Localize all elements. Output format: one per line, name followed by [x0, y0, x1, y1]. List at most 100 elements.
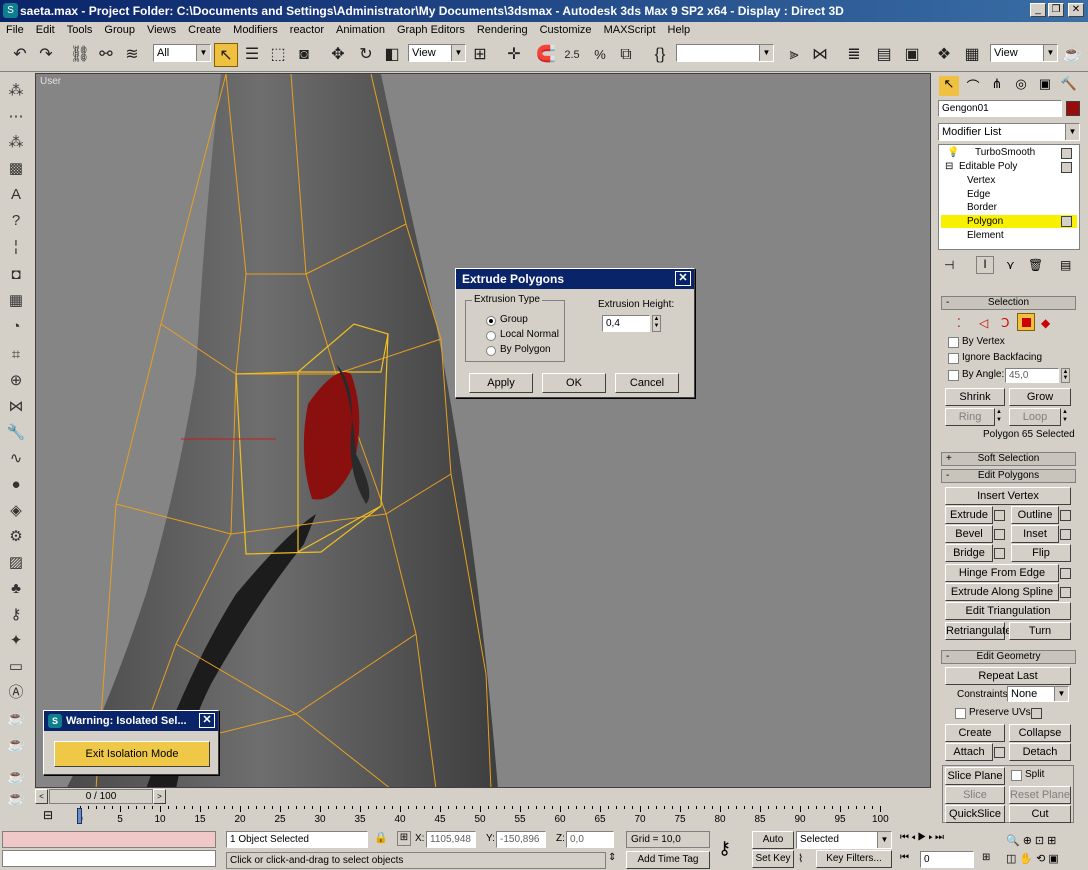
material-editor-icon[interactable]: ❖	[932, 43, 956, 67]
zoom-icon[interactable]: 🔍	[1006, 835, 1023, 847]
maximize-viewport-icon[interactable]: ▣	[1048, 853, 1061, 865]
extrude-spline-settings-button[interactable]	[1060, 587, 1071, 598]
stack-border[interactable]: Border	[967, 202, 997, 213]
hinge-settings-button[interactable]	[1060, 568, 1071, 579]
edit-triangulation-button[interactable]: Edit Triangulation	[945, 602, 1071, 620]
selection-set-dropdown[interactable]: Selected ▼	[796, 831, 892, 849]
ring-button[interactable]: Ring	[945, 408, 995, 426]
edit-polygons-rollout-header[interactable]: - Edit Polygons	[941, 469, 1076, 483]
scale-icon[interactable]: ◧	[380, 43, 404, 67]
selection-filter-dropdown[interactable]: All ▼	[153, 44, 211, 62]
layers-icon[interactable]: ◈	[5, 500, 27, 522]
pin-stack-icon[interactable]: ⊣	[944, 258, 954, 272]
create-button[interactable]: Create	[945, 724, 1005, 742]
bevel-button[interactable]: Bevel	[945, 525, 993, 543]
key-tool-icon[interactable]: ⚷	[5, 604, 27, 626]
set-key-button[interactable]: Set Key	[752, 850, 794, 868]
extrusion-height-input[interactable]: 0,4	[602, 315, 650, 332]
motion-tab-icon[interactable]: ◎	[1011, 76, 1031, 96]
create-tab-icon[interactable]: ↖	[939, 76, 959, 96]
slice-button[interactable]: Slice	[945, 786, 1005, 804]
extrude-button[interactable]: Extrude	[945, 506, 993, 524]
menu-group[interactable]: Group	[98, 22, 141, 38]
angle-snap-icon[interactable]: 2.5	[560, 43, 584, 67]
teapot-blue-icon[interactable]: ☕	[5, 734, 27, 756]
schematic-view-icon[interactable]: ▣	[900, 43, 924, 67]
hinge-from-edge-button[interactable]: Hinge From Edge	[945, 564, 1059, 582]
stack-turbosmooth[interactable]: TurboSmooth	[975, 147, 1035, 158]
menu-views[interactable]: Views	[141, 22, 182, 38]
by-angle-checkbox[interactable]	[948, 370, 959, 381]
loop-button[interactable]: Loop	[1009, 408, 1061, 426]
stack-turbosmooth-toggle[interactable]	[1061, 148, 1072, 159]
tools-list-icon[interactable]: ⚙	[5, 526, 27, 548]
key-tangent-icon[interactable]: ⌇	[798, 852, 803, 865]
menu-create[interactable]: Create	[182, 22, 227, 38]
object-color-swatch[interactable]	[1066, 101, 1080, 116]
ignore-backfacing-checkbox[interactable]	[948, 353, 959, 364]
edit-geometry-rollout-header[interactable]: - Edit Geometry	[941, 650, 1076, 664]
snap-toggle-icon[interactable]: 🧲	[534, 43, 558, 67]
teapot-icon[interactable]: ☕	[5, 708, 27, 730]
repeat-last-button[interactable]: Repeat Last	[945, 667, 1071, 685]
stack-edge[interactable]: Edge	[967, 189, 990, 200]
x-coordinate-field[interactable]: 1105,948	[426, 831, 476, 848]
create-tools-icon[interactable]: ⁂	[5, 80, 27, 102]
camera-icon[interactable]: ◘	[5, 264, 27, 286]
object-tools-icon[interactable]: ⁂	[5, 132, 27, 154]
modifier-list-dropdown[interactable]: Modifier List ▼	[938, 123, 1080, 141]
current-frame-marker[interactable]	[77, 808, 82, 824]
close-button[interactable]: ✕	[1068, 3, 1084, 17]
show-end-result-icon[interactable]: I	[976, 256, 994, 274]
inset-button[interactable]: Inset	[1011, 525, 1059, 543]
crop-icon[interactable]: ⌗	[5, 344, 27, 366]
modify-tab-icon[interactable]: ⌒	[963, 76, 983, 96]
maximize-button[interactable]: ❐	[1048, 3, 1064, 17]
menu-modifiers[interactable]: Modifiers	[227, 22, 284, 38]
configure-sets-icon[interactable]: ▤	[1060, 258, 1071, 272]
manipulate-icon[interactable]: ✛	[502, 43, 526, 67]
preserve-uvs-settings-button[interactable]	[1031, 708, 1042, 719]
window-crossing-icon[interactable]: ◙	[292, 43, 316, 67]
apply-button[interactable]: Apply	[469, 373, 533, 393]
outline-button[interactable]: Outline	[1011, 506, 1059, 524]
time-slider-thumb[interactable]: 0 / 100	[49, 789, 153, 804]
attach-button[interactable]: Attach	[945, 743, 993, 761]
split-checkbox[interactable]	[1011, 770, 1022, 781]
isolation-dialog-close-button[interactable]: ✕	[199, 713, 215, 728]
stack-polygon-toggle[interactable]	[1061, 216, 1072, 227]
rect-selection-icon[interactable]: ⬚	[266, 43, 290, 67]
stack-vertex[interactable]: Vertex	[967, 175, 995, 186]
ok-button[interactable]: OK	[542, 373, 606, 393]
edge-sel-icon[interactable]: ◁	[979, 316, 988, 330]
option-group-radio[interactable]	[486, 316, 496, 326]
field-of-view-icon[interactable]: ◫	[1006, 853, 1019, 865]
shrink-button[interactable]: Shrink	[945, 388, 1005, 406]
zoom-all-icon[interactable]: ⊕	[1023, 835, 1035, 847]
menu-edit[interactable]: Edit	[30, 22, 61, 38]
zoom-extents-all-icon[interactable]: ⊞	[1047, 835, 1059, 847]
render-setup-icon[interactable]: ▦	[960, 43, 984, 67]
sphere-icon[interactable]: ●	[5, 474, 27, 496]
current-frame-field[interactable]: 0	[920, 851, 974, 868]
vertex-sel-icon[interactable]: ⁚	[957, 316, 961, 330]
gauge-icon[interactable]: ◔	[5, 316, 27, 338]
option-local-normal-label[interactable]: Local Normal	[500, 329, 559, 340]
mirror-icon[interactable]: ⫸	[782, 43, 806, 67]
wrench-icon[interactable]: 🔧	[5, 422, 27, 444]
soft-selection-rollout-header[interactable]: + Soft Selection	[941, 452, 1076, 466]
abc-icon[interactable]: ¦	[5, 236, 27, 258]
edit-named-sel-icon[interactable]: {}	[648, 43, 672, 67]
maxscript-listener-mini[interactable]	[2, 831, 216, 848]
slice-plane-button[interactable]: Slice Plane	[945, 767, 1005, 785]
goto-start-icon[interactable]: ⏮	[900, 832, 911, 843]
selection-rollout-header[interactable]: - Selection	[941, 296, 1076, 310]
stack-bulb-icon[interactable]: 💡	[947, 147, 959, 158]
text-tool-icon[interactable]: A	[5, 184, 27, 206]
by-vertex-checkbox[interactable]	[948, 337, 959, 348]
tree-icon[interactable]: ♣	[5, 578, 27, 600]
loop-spinner[interactable]: ▲ ▼	[1062, 408, 1071, 426]
detach-button[interactable]: Detach	[1009, 743, 1071, 761]
render-view-dropdown[interactable]: View ▼	[990, 44, 1058, 62]
key-filters-button[interactable]: Key Filters...	[816, 850, 892, 868]
